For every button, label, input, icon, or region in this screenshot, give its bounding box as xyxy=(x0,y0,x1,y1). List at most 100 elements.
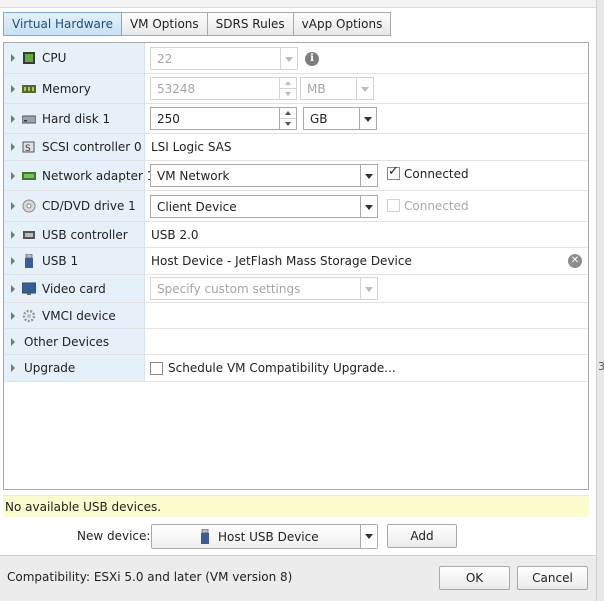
chevron-down-icon[interactable] xyxy=(360,525,377,548)
usb-1-device: Host Device - JetFlash Mass Storage Devi… xyxy=(151,254,412,268)
ok-button[interactable]: OK xyxy=(439,566,510,590)
expand-caret-icon[interactable] xyxy=(11,337,15,346)
new-device-select[interactable]: Host USB Device xyxy=(151,524,378,549)
video-card-select[interactable]: Specify custom settings xyxy=(150,277,378,300)
row-label-cell[interactable]: Upgrade xyxy=(4,355,145,381)
add-device-button[interactable]: Add xyxy=(387,524,457,548)
row-network-adapter: Network adapter 1 VM Network ✓ Connected xyxy=(4,161,588,191)
compatibility-text: Compatibility: ESXi 5.0 and later (VM ve… xyxy=(7,570,293,584)
row-usb-controller: USB controller USB 2.0 xyxy=(4,222,588,248)
usb-1-label: USB 1 xyxy=(42,254,79,268)
hard-disk-unit-select[interactable]: GB xyxy=(303,107,377,130)
expand-caret-icon[interactable] xyxy=(11,84,15,93)
row-label-cell[interactable]: Hard disk 1 xyxy=(4,104,145,133)
network-connected-label[interactable]: Connected xyxy=(404,167,469,181)
memory-size-input[interactable]: 53248 xyxy=(150,77,297,100)
chevron-down-icon[interactable] xyxy=(360,196,377,217)
chevron-down-icon[interactable] xyxy=(360,165,377,186)
memory-unit-select[interactable]: MB xyxy=(300,77,374,100)
remove-device-icon[interactable]: ✕ xyxy=(568,254,582,268)
expand-caret-icon[interactable] xyxy=(11,364,15,372)
row-label-cell[interactable]: USB controller xyxy=(4,222,145,247)
cpu-icon xyxy=(23,52,35,64)
vmci-device-label: VMCI device xyxy=(42,308,116,323)
cpu-label: CPU xyxy=(42,51,67,65)
expand-caret-icon[interactable] xyxy=(11,54,15,62)
row-label-cell[interactable]: CPU xyxy=(4,43,145,73)
row-upgrade: Upgrade Schedule VM Compatibility Upgrad… xyxy=(4,355,588,382)
chevron-down-icon[interactable] xyxy=(280,48,297,69)
hard-disk-size-value: 250 xyxy=(157,111,180,126)
network-select[interactable]: VM Network xyxy=(150,164,378,187)
network-value: VM Network xyxy=(157,168,230,183)
edge-glyph: 3 xyxy=(598,360,604,373)
memory-label: Memory xyxy=(42,81,91,96)
expand-caret-icon[interactable] xyxy=(11,143,15,151)
stepper-down-icon[interactable] xyxy=(280,89,296,100)
expand-caret-icon[interactable] xyxy=(11,257,15,265)
cpu-count-select[interactable]: 22 xyxy=(150,47,298,70)
cd-dvd-connected-label[interactable]: Connected xyxy=(404,199,469,213)
memory-stepper[interactable] xyxy=(279,78,296,99)
expand-caret-icon[interactable] xyxy=(11,114,15,123)
hardware-panel: CPU 22 i Memory 53248 MB Hard disk 1 250… xyxy=(3,42,589,490)
status-text: No available USB devices. xyxy=(5,500,162,514)
cd-dvd-connected-checkbox[interactable] xyxy=(387,199,400,212)
tab-vm-options[interactable]: VM Options xyxy=(120,12,208,36)
other-devices-label: Other Devices xyxy=(24,334,110,349)
row-label-cell[interactable]: VMCI device xyxy=(4,303,145,328)
network-adapter-label: Network adapter 1 xyxy=(42,168,155,183)
row-label-cell[interactable]: Video card xyxy=(4,275,145,302)
tab-virtual-hardware[interactable]: Virtual Hardware xyxy=(3,12,122,36)
vmci-gear-icon xyxy=(22,309,36,322)
cd-dvd-select[interactable]: Client Device xyxy=(150,195,378,218)
cancel-button[interactable]: Cancel xyxy=(517,566,588,590)
usb-controller-icon xyxy=(23,230,35,239)
row-label-cell[interactable]: Network adapter 1 xyxy=(4,161,154,190)
info-icon[interactable]: i xyxy=(305,52,319,66)
memory-size-value: 53248 xyxy=(157,81,196,96)
network-connected-checkbox[interactable]: ✓ xyxy=(387,164,400,180)
row-label-cell[interactable]: USB 1 xyxy=(4,248,145,274)
network-adapter-icon xyxy=(22,171,36,180)
expand-caret-icon[interactable] xyxy=(11,230,15,239)
schedule-upgrade-checkbox[interactable] xyxy=(150,362,163,375)
expand-caret-icon[interactable] xyxy=(11,311,15,320)
chevron-down-icon[interactable] xyxy=(360,278,377,299)
memory-icon xyxy=(22,84,36,93)
row-label-cell[interactable]: S SCSI controller 0 xyxy=(4,134,145,160)
row-label-cell[interactable]: CD/DVD drive 1 xyxy=(4,191,145,221)
scsi-controller-icon: S xyxy=(22,141,35,154)
video-card-value: Specify custom settings xyxy=(157,281,301,296)
row-video-card: Video card Specify custom settings xyxy=(4,275,588,303)
row-label-cell[interactable]: Other Devices xyxy=(4,329,145,354)
background-window-edge: 3 xyxy=(596,0,604,601)
hard-disk-stepper[interactable] xyxy=(279,108,296,129)
stepper-up-icon[interactable] xyxy=(280,78,296,89)
window-top-strip xyxy=(0,0,604,8)
stepper-up-icon[interactable] xyxy=(280,108,296,119)
expand-caret-icon[interactable] xyxy=(11,171,15,180)
schedule-upgrade-label[interactable]: Schedule VM Compatibility Upgrade... xyxy=(168,361,396,375)
row-hard-disk: Hard disk 1 250 GB xyxy=(4,104,588,134)
row-scsi-controller: S SCSI controller 0 LSI Logic SAS xyxy=(4,134,588,161)
stepper-down-icon[interactable] xyxy=(280,119,296,130)
hard-disk-size-input[interactable]: 250 xyxy=(150,107,297,130)
tab-sdrs-rules[interactable]: SDRS Rules xyxy=(206,12,294,36)
chevron-down-icon[interactable] xyxy=(356,78,373,99)
usb-status-message: No available USB devices. xyxy=(3,495,589,517)
chevron-down-icon[interactable] xyxy=(359,108,376,129)
hard-disk-icon xyxy=(22,115,36,123)
upgrade-label: Upgrade xyxy=(24,361,76,375)
row-cd-dvd-drive: CD/DVD drive 1 Client Device Connected xyxy=(4,191,588,222)
new-device-value: Host USB Device xyxy=(218,530,319,544)
expand-caret-icon[interactable] xyxy=(11,284,15,293)
usb-controller-version: USB 2.0 xyxy=(151,227,199,242)
checkmark-icon: ✓ xyxy=(388,164,399,179)
tab-vapp-options[interactable]: vApp Options xyxy=(292,12,392,36)
row-label-cell[interactable]: Memory xyxy=(4,74,145,103)
tab-bar: Virtual Hardware VM Options SDRS Rules v… xyxy=(3,12,392,36)
row-usb-1: USB 1 Host Device - JetFlash Mass Storag… xyxy=(4,248,588,275)
expand-caret-icon[interactable] xyxy=(11,202,15,210)
new-device-label: New device: xyxy=(77,529,151,543)
